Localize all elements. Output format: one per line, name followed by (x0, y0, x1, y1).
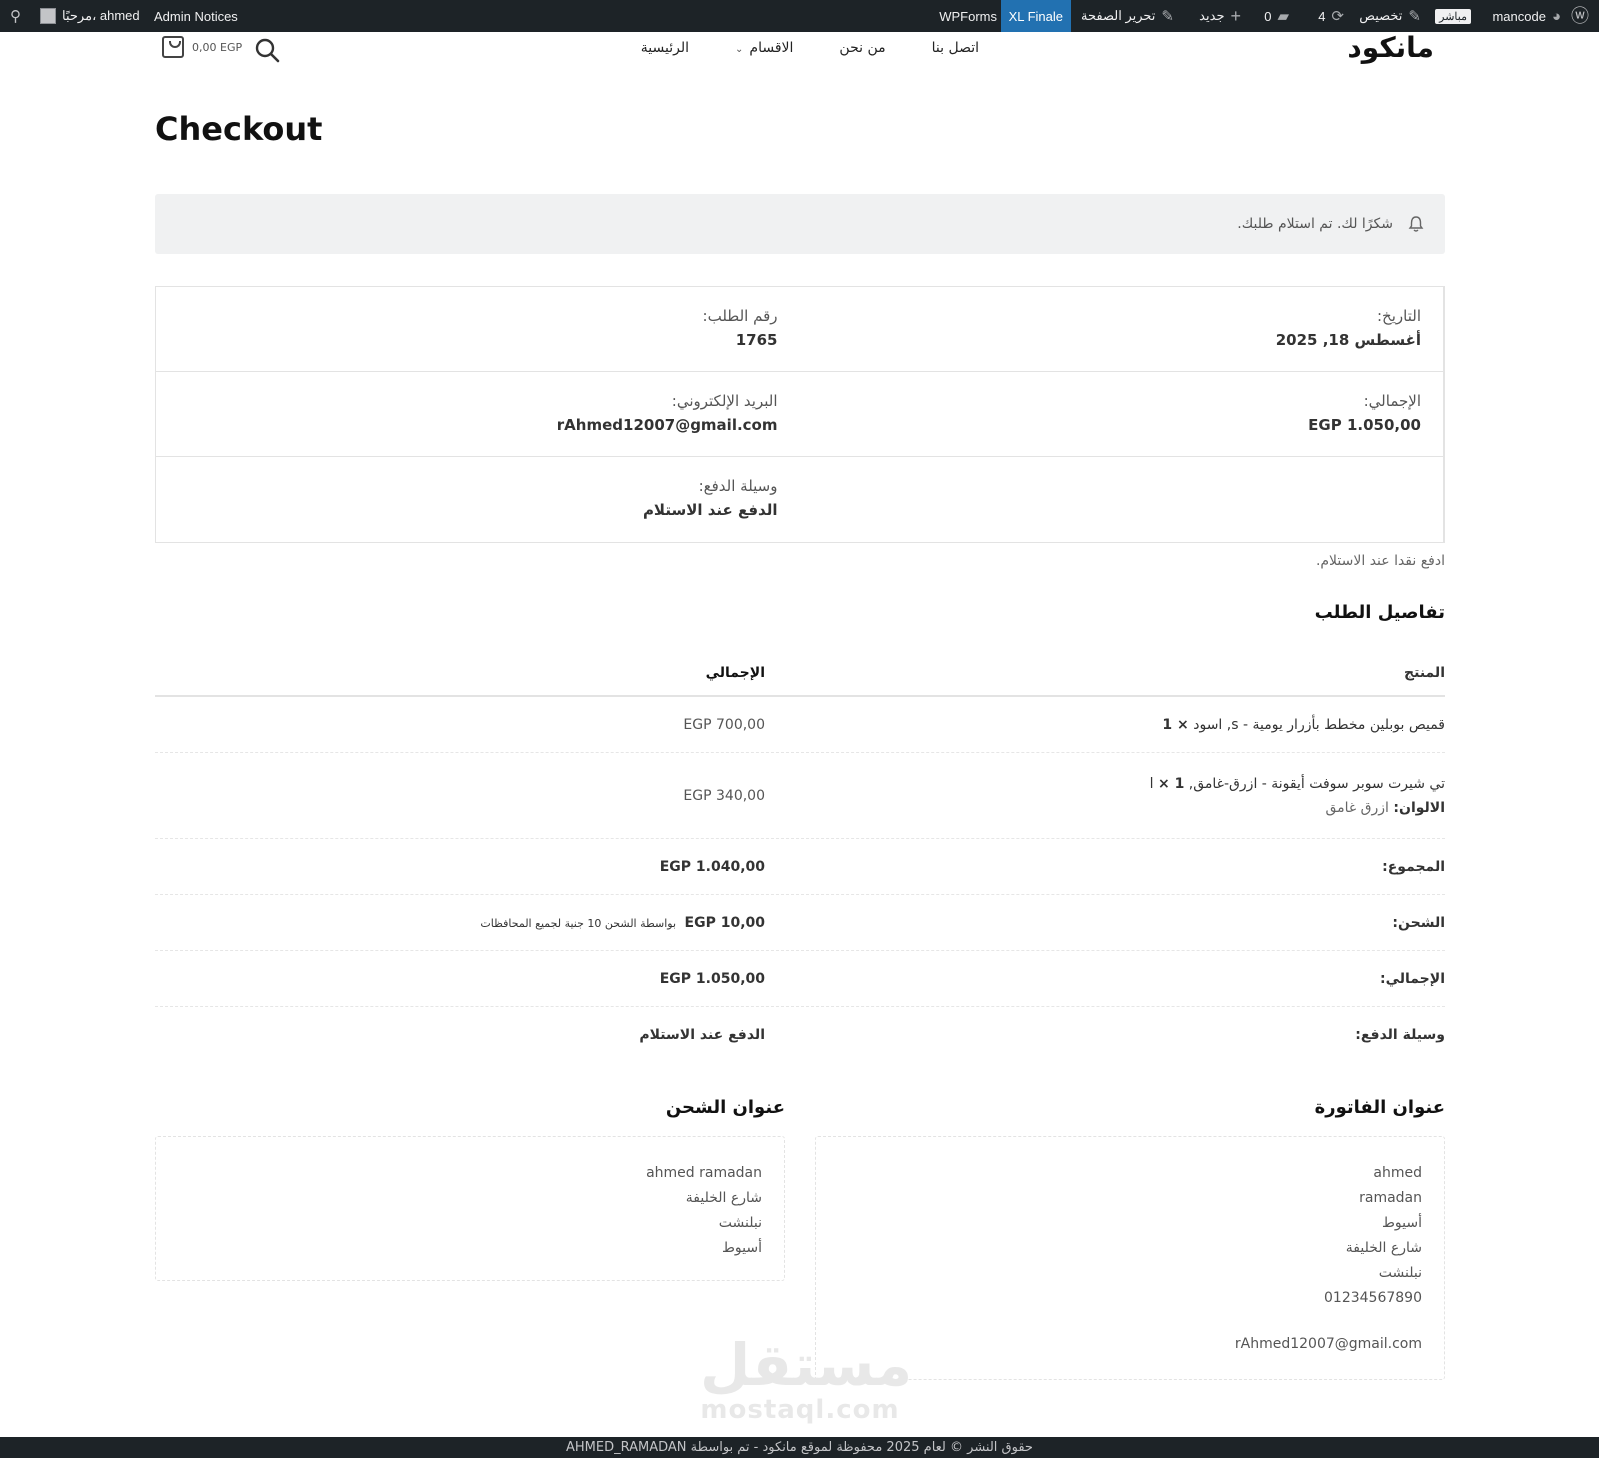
table-row: قميص بوبلين مخطط بأزرار يومية - s, اسود … (155, 697, 1445, 753)
product-link[interactable]: قميص بوبلين مخطط بأزرار يومية - s, اسود (1193, 717, 1445, 733)
nav-item-home[interactable]: الرئيسية (641, 40, 689, 56)
nav-item-contact[interactable]: اتصل بنا (932, 40, 979, 56)
updates-link[interactable]: ⟳ 4 (1318, 0, 1344, 32)
new-content-link[interactable]: + جديد (1199, 0, 1241, 32)
line-total: 340,00 EGP (683, 787, 765, 804)
avatar (40, 8, 56, 24)
search-icon[interactable] (254, 37, 280, 63)
shipping-value: EGP 10,00 بواسطة الشحن 10 جنية لجميع الم… (480, 914, 765, 931)
cart-total: 0,00 EGP (192, 40, 243, 54)
live-badge: مباشر (1435, 0, 1471, 32)
shipping-method: بواسطة الشحن 10 جنية لجميع المحافظات (480, 916, 677, 930)
dashboard-icon: ◕ (1551, 7, 1561, 25)
column-header-total: الإجمالي (705, 664, 765, 681)
order-date: التاريخ: أغسطس 18, 2025 (800, 287, 1444, 371)
admin-bar: ⓦ ◕ mancode مباشر ✎ تخصيص ⟳ 4 ▰ 0 + جديد… (0, 0, 1599, 32)
order-details-table: المنتج الإجمالي قميص بوبلين مخطط بأزرار … (155, 650, 1445, 1063)
admin-notices-link[interactable]: Admin Notices (154, 0, 238, 32)
comment-icon: ▰ (1277, 7, 1289, 25)
notice-text: شكرًا لك. تم استلام طلبك. (1237, 216, 1393, 232)
xl-finale-link[interactable]: XL Finale (1000, 0, 1071, 32)
chevron-down-icon: ⌄ (735, 44, 744, 55)
pencil-icon: ✎ (1161, 7, 1174, 25)
product-quantity: × 1 (1157, 775, 1185, 792)
empty-cell (800, 457, 1444, 542)
order-received-notice: شكرًا لك. تم استلام طلبك. (155, 194, 1445, 254)
admin-search-icon[interactable]: ⚲ (10, 0, 21, 32)
plus-icon: + (1230, 6, 1241, 26)
main-nav: الرئيسية الاقسام⌄ من نحن اتصل بنا (641, 40, 979, 56)
nav-item-categories[interactable]: الاقسام⌄ (735, 40, 793, 56)
table-row: الشحن: EGP 10,00 بواسطة الشحن 10 جنية لج… (155, 895, 1445, 951)
order-details-heading: تفاصيل الطلب (1314, 602, 1445, 623)
product-cell: قميص بوبلين مخطط بأزرار يومية - s, اسود … (765, 717, 1445, 733)
cart-link[interactable]: 0,00 EGP (162, 36, 242, 58)
overview-row: التاريخ: أغسطس 18, 2025 رقم الطلب: 1765 (156, 287, 1444, 372)
wpforms-link[interactable]: WPForms (939, 0, 997, 32)
table-row: المجموع: EGP 1.040,00 (155, 839, 1445, 895)
site-name-link[interactable]: ◕ mancode (1492, 0, 1561, 32)
site-footer: حقوق النشر © لعام 2025 محفوظة لموقع مانك… (0, 1437, 1599, 1458)
nav-item-about[interactable]: من نحن (839, 40, 885, 56)
order-number: رقم الطلب: 1765 (702, 307, 778, 349)
shipping-label: الشحن: (1392, 914, 1445, 931)
billing-email: rAhmed12007@gmail.com (1234, 1336, 1422, 1352)
customize-link[interactable]: ✎ تخصيص (1359, 0, 1421, 32)
overview-row: وسيلة الدفع: الدفع عند الاستلام (156, 457, 1444, 542)
billing-phone: 01234567890 (1324, 1290, 1422, 1306)
billing-address-heading: عنوان الفاتورة (1314, 1097, 1445, 1118)
subtotal-value: EGP 1.040,00 (659, 858, 765, 875)
wordpress-logo-icon[interactable]: ⓦ (1571, 0, 1589, 32)
product-quantity: × 1 (1162, 716, 1189, 733)
page-title: Checkout (155, 110, 323, 148)
shipping-address-heading: عنوان الشحن (665, 1097, 785, 1118)
line-total: 700,00 EGP (683, 716, 765, 733)
subtotal-label: المجموع: (1382, 858, 1445, 875)
site-logo[interactable]: مانكود (1347, 32, 1434, 64)
order-total: الإجمالي: 1.050,00 EGP (800, 372, 1444, 456)
edit-page-link[interactable]: ✎ تحرير الصفحة (1081, 0, 1174, 32)
bell-icon (1408, 216, 1424, 232)
shopping-bag-icon (162, 36, 184, 58)
product-meta: الالوان: ازرق غامق (1325, 799, 1445, 816)
order-email: البريد الإلكتروني: rAhmed12007@gmail.com (556, 392, 778, 434)
table-row: وسيلة الدفع: الدفع عند الاستلام (155, 1007, 1445, 1063)
product-link[interactable]: تي شيرت سوبر سوفت أيقونة - ازرق-غامق, l (1150, 776, 1445, 792)
order-payment-method: وسيلة الدفع: الدفع عند الاستلام (642, 477, 778, 519)
order-total-label: الإجمالي: (1380, 970, 1445, 987)
table-row: تي شيرت سوبر سوفت أيقونة - ازرق-غامق, l … (155, 753, 1445, 839)
brush-icon: ✎ (1408, 7, 1421, 25)
payment-method-label: وسيلة الدفع: (1355, 1027, 1445, 1043)
order-total-value: EGP 1.050,00 (659, 970, 765, 987)
product-cell: تي شيرت سوبر سوفت أيقونة - ازرق-غامق, l … (765, 776, 1445, 816)
table-header: المنتج الإجمالي (155, 650, 1445, 697)
column-header-product: المنتج (1404, 664, 1445, 681)
mostaql-watermark: مستقل mostaql.com (700, 1331, 913, 1425)
comments-link[interactable]: ▰ 0 (1264, 0, 1289, 32)
overview-row: الإجمالي: 1.050,00 EGP البريد الإلكتروني… (156, 372, 1444, 457)
my-account-link[interactable]: مرحبًا، ahmed (40, 0, 140, 32)
table-row: الإجمالي: EGP 1.050,00 (155, 951, 1445, 1007)
order-overview: التاريخ: أغسطس 18, 2025 رقم الطلب: 1765 … (155, 286, 1445, 543)
payment-method-value: الدفع عند الاستلام (639, 1027, 765, 1043)
updates-icon: ⟳ (1331, 7, 1344, 25)
payment-instructions: ادفع نقدا عند الاستلام. (1315, 553, 1445, 569)
shipping-address: ahmed ramadan شارع الخليفة نبلنشت أسيوط (155, 1136, 785, 1281)
